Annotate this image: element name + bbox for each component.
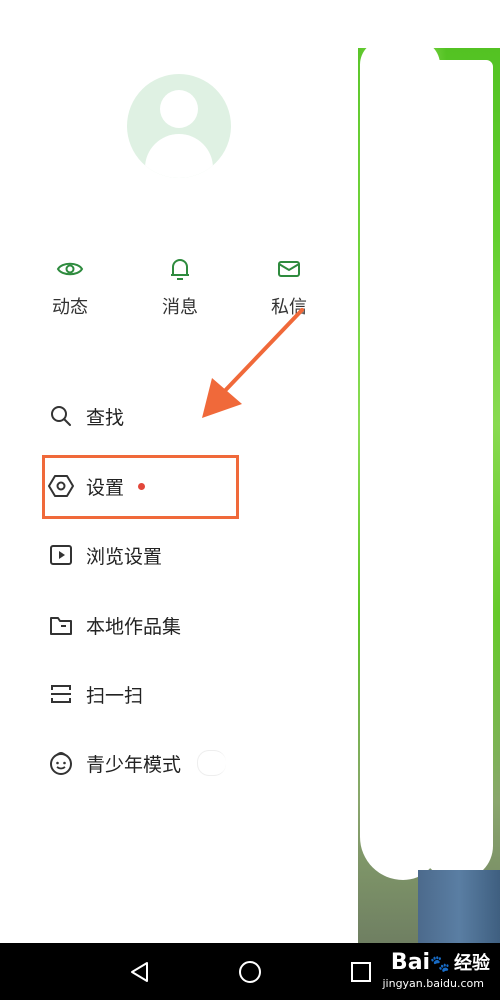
kid-face-icon — [48, 750, 74, 776]
recents-icon[interactable] — [348, 959, 374, 985]
background-photo — [358, 0, 500, 943]
bell-icon — [171, 259, 189, 280]
home-icon[interactable] — [237, 959, 263, 985]
menu-item-teen-mode[interactable]: 青少年模式 — [48, 743, 227, 783]
redacted-region — [418, 60, 493, 880]
eye-icon — [56, 262, 84, 276]
toggle-switch[interactable] — [197, 750, 227, 776]
menu-item-search[interactable]: 查找 — [48, 396, 124, 436]
menu-item-label: 本地作品集 — [86, 616, 182, 638]
baidu-watermark: Bai🐾 经验 — [390, 950, 490, 975]
side-drawer: 动态 消息 私信 查找 设置 浏览设置 本地作品集 扫一扫 青少年模式 — [0, 0, 358, 943]
dynamics-label: 动态 — [52, 297, 88, 317]
annotation-arrow-icon — [202, 308, 304, 418]
folder-icon — [48, 612, 74, 638]
highlight-annotation — [42, 455, 239, 519]
menu-item-label: 查找 — [86, 407, 125, 429]
play-box-icon — [48, 542, 74, 568]
photo-detail — [418, 870, 500, 943]
menu-item-local-works[interactable]: 本地作品集 — [48, 605, 181, 645]
watermark-url: jingyan.baidu.com — [382, 977, 484, 990]
back-icon[interactable] — [127, 959, 153, 985]
system-navigation-bar: Bai🐾 经验 jingyan.baidu.com — [0, 943, 500, 1000]
menu-item-label: 扫一扫 — [86, 685, 144, 707]
menu-item-browse-settings[interactable]: 浏览设置 — [48, 535, 162, 575]
avatar[interactable] — [127, 74, 231, 178]
menu-item-scan[interactable]: 扫一扫 — [48, 674, 143, 714]
search-icon — [48, 403, 74, 429]
mail-icon — [278, 261, 300, 277]
dynamics-button[interactable]: 动态 — [30, 255, 110, 319]
scan-icon — [48, 681, 74, 707]
menu-item-label: 青少年模式 — [86, 754, 182, 776]
menu-item-label: 浏览设置 — [86, 546, 163, 568]
